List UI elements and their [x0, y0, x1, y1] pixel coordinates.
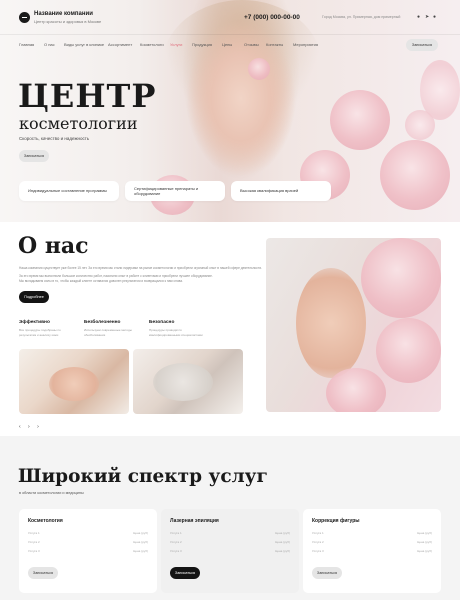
service-card-title: Коррекция фигуры	[312, 518, 360, 524]
hero-feature-card: Высокая квалификация врачей	[231, 181, 331, 201]
flower-decor	[380, 140, 450, 210]
service-card-title: Косметология	[28, 518, 63, 524]
about-title: О нас	[18, 233, 89, 259]
nav-item-products[interactable]: Продукция	[192, 42, 212, 47]
flower-decor	[326, 368, 386, 412]
flower-decor	[248, 58, 270, 80]
services-title: Широкий спектр услуг	[18, 466, 268, 487]
facial-massage-photo	[19, 349, 129, 414]
brand-name[interactable]: Название компании	[34, 11, 93, 17]
service-price: Цена (руб)	[133, 531, 148, 535]
about-feature-title: Безопасно	[149, 320, 175, 325]
service-name: Услуга 1	[28, 531, 40, 535]
phone-number[interactable]: +7 (000) 000-00-00	[244, 14, 300, 21]
service-row: Услуга 3 Цена (руб)	[170, 549, 290, 553]
service-price: Цена (руб)	[275, 540, 290, 544]
photo-face-decor	[49, 367, 99, 401]
hero-feature-text: Высокая квалификация врачей	[240, 188, 299, 194]
nav-item-contacts[interactable]: Контакты	[266, 42, 283, 47]
about-more-button[interactable]: Подробнее	[19, 291, 49, 303]
hero-tagline: Скорость, качество и надежность	[19, 136, 90, 141]
service-row: Услуга 1 Цена (руб)	[28, 531, 148, 535]
service-name: Услуга 2	[28, 540, 40, 544]
nav-signup-button[interactable]: Записаться	[406, 39, 438, 51]
flower-decor	[376, 318, 441, 383]
service-price: Цена (руб)	[417, 531, 432, 535]
service-name: Услуга 3	[170, 549, 182, 553]
portrait-face-decor	[296, 268, 366, 378]
address-text: Город Москва, ул. Примерная, дом примерн…	[322, 15, 401, 19]
top-bar: Название компании Центр красоты и здоров…	[0, 0, 460, 34]
service-card: Косметология Услуга 1 Цена (руб) Услуга 2…	[19, 509, 157, 593]
whatsapp-icon[interactable]: ●	[433, 14, 436, 20]
service-card: Коррекция фигуры Услуга 1 Цена (руб) Услу…	[303, 509, 441, 593]
nav-item-prices[interactable]: Цены	[222, 42, 232, 47]
nav-item-services[interactable]: Услуги	[170, 42, 182, 47]
service-name: Услуга 2	[312, 540, 324, 544]
main-nav: Главная О нас Виды услуг в клинике Ассор…	[0, 38, 460, 52]
nav-item-home[interactable]: Главная	[19, 42, 34, 47]
service-card-title: Лазерная эпиляция	[170, 518, 219, 524]
hero-subtitle: косметологии	[19, 114, 138, 133]
service-name: Услуга 2	[170, 540, 182, 544]
service-row: Услуга 2 Цена (руб)	[170, 540, 290, 544]
vk-icon[interactable]: ●	[417, 14, 420, 20]
service-name: Услуга 3	[28, 549, 40, 553]
about-paragraph: За это время мы выполнили большое количе…	[19, 274, 213, 278]
hero-signup-button[interactable]: Записаться	[19, 150, 49, 162]
hero-feature-card: Индивидуальные составление программы	[19, 181, 119, 201]
service-name: Услуга 1	[170, 531, 182, 535]
service-price: Цена (руб)	[133, 549, 148, 553]
service-name: Услуга 3	[312, 549, 324, 553]
nav-item-reviews[interactable]: Отзывы	[244, 42, 259, 47]
hero-feature-text: Индивидуальные составление программы	[28, 188, 107, 194]
service-price: Цена (руб)	[275, 531, 290, 535]
about-feature-text: Используем современные методы обезболива…	[84, 328, 132, 337]
photo-mask-decor	[153, 363, 213, 401]
service-row: Услуга 1 Цена (руб)	[170, 531, 290, 535]
service-row: Услуга 3 Цена (руб)	[28, 549, 148, 553]
service-row: Услуга 1 Цена (руб)	[312, 531, 432, 535]
nav-item-cosmetologists[interactable]: Косметологи	[140, 42, 164, 47]
service-signup-button[interactable]: Записаться	[170, 567, 200, 579]
flower-decor	[361, 238, 441, 318]
service-signup-button[interactable]: Записаться	[28, 567, 58, 579]
nav-item-service-types[interactable]: Виды услуг в клинике	[64, 42, 104, 47]
brand-tagline: Центр красоты и здоровья в Москве	[34, 19, 102, 24]
service-price: Цена (руб)	[417, 540, 432, 544]
nav-item-about[interactable]: О нас	[44, 42, 55, 47]
slider-arrows[interactable]: ‹ › ›	[19, 424, 42, 430]
header-divider	[0, 34, 460, 35]
flower-decor	[330, 90, 390, 150]
services-subtitle: в области косметологии и медицины	[19, 491, 84, 495]
service-price: Цена (руб)	[417, 549, 432, 553]
service-price: Цена (руб)	[133, 540, 148, 544]
service-row: Услуга 2 Цена (руб)	[312, 540, 432, 544]
face-mask-photo	[133, 349, 243, 414]
about-paragraph: Наша компания существует уже более 15 ле…	[19, 266, 263, 270]
logo-icon[interactable]	[19, 12, 30, 23]
service-row: Услуга 3 Цена (руб)	[312, 549, 432, 553]
service-signup-button[interactable]: Записаться	[312, 567, 342, 579]
hero-feature-text: Сертифицированные препараты и оборудован…	[134, 185, 199, 196]
about-feature-title: Безболезненно	[84, 320, 121, 325]
nav-item-assortment[interactable]: Ассортимент	[108, 42, 132, 47]
about-feature-title: Эффективно	[19, 320, 50, 325]
service-price: Цена (руб)	[275, 549, 290, 553]
service-card: Лазерная эпиляция Услуга 1 Цена (руб) Усл…	[161, 509, 299, 593]
service-row: Услуга 2 Цена (руб)	[28, 540, 148, 544]
about-portrait-image	[266, 238, 441, 412]
nav-item-events[interactable]: Мероприятия	[293, 42, 318, 47]
about-feature-text: Процедуры проводятся квалифицированными …	[149, 328, 203, 337]
about-paragraph: Мы вкладываем силы в то, чтобы каждый кл…	[19, 279, 183, 283]
about-feature-text: Все процедуры подобраны по результатам и…	[19, 328, 61, 337]
petal-decor	[405, 110, 435, 140]
service-name: Услуга 1	[312, 531, 324, 535]
hero-feature-card: Сертифицированные препараты и оборудован…	[125, 181, 225, 201]
telegram-icon[interactable]: ➤	[425, 14, 429, 20]
hero-title: ЦЕНТР	[18, 77, 157, 115]
